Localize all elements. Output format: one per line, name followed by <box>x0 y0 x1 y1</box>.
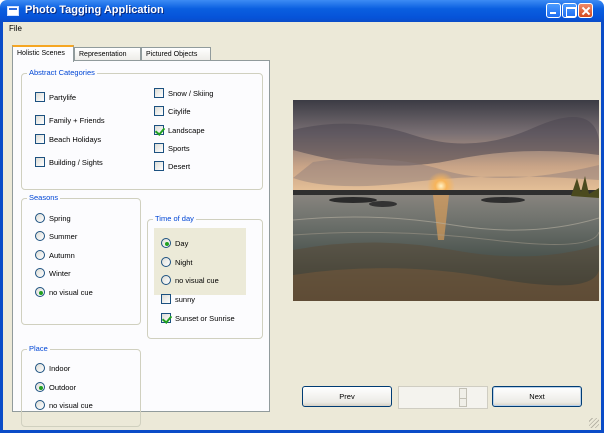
menu-file[interactable]: File <box>9 24 22 33</box>
checkbox-label: Beach Holidays <box>49 135 102 144</box>
window-frame: File Holistic Scenes Representation Pict… <box>0 22 604 433</box>
radio-label: no visual cue <box>49 288 93 297</box>
checkbox-label: Family + Friends <box>49 116 105 125</box>
radio-circle <box>35 287 45 297</box>
place-group: Place Indoor Outdoor no visual cue <box>21 344 141 427</box>
checkbox-label: Building / Sights <box>49 158 103 167</box>
checkbox-box <box>154 106 164 116</box>
checkbox-label: Sports <box>168 144 190 153</box>
resize-grip[interactable] <box>589 418 599 428</box>
app-icon <box>7 6 19 16</box>
tab-representation[interactable]: Representation <box>74 47 141 61</box>
radio-label: Day <box>175 239 189 248</box>
radio-label: Indoor <box>49 364 71 373</box>
radio-circle <box>35 268 45 278</box>
maximize-button[interactable] <box>562 3 577 18</box>
checkbox-label: Desert <box>168 162 191 171</box>
window-title: Photo Tagging Application <box>25 4 164 16</box>
title-bar[interactable]: Photo Tagging Application <box>0 0 604 22</box>
radio-label: Spring <box>49 214 71 223</box>
radio-label: no visual cue <box>175 276 219 285</box>
radio-label: Outdoor <box>49 383 77 392</box>
tab-label: Holistic Scenes <box>17 50 65 57</box>
checkbox-label: sunny <box>175 295 196 304</box>
minimize-button[interactable] <box>546 3 561 18</box>
landscape-photo <box>293 100 599 301</box>
seasons-group: Seasons Spring Summer Autumn Winter no v… <box>21 193 141 325</box>
radio-circle <box>161 238 171 248</box>
radio-circle <box>35 382 45 392</box>
radio-circle <box>35 231 45 241</box>
radio-circle <box>161 275 171 285</box>
checkbox-box <box>35 134 45 144</box>
prev-button[interactable]: Prev <box>302 386 392 407</box>
radio-circle <box>35 250 45 260</box>
tab-panel-holistic-scenes: Abstract Categories Partylife Family + F… <box>12 60 270 427</box>
radio-circle <box>35 213 45 223</box>
tab-label: Pictured Objects <box>146 51 198 58</box>
group-title: Abstract Categories <box>27 68 97 77</box>
checkbox-label: Sunset or Sunrise <box>175 314 235 323</box>
next-button[interactable]: Next <box>492 386 582 407</box>
radio-label: Summer <box>49 232 78 241</box>
slider-thumb[interactable] <box>459 388 467 407</box>
group-title: Seasons <box>27 193 61 202</box>
radio-circle <box>35 400 45 410</box>
checkbox-box <box>154 143 164 153</box>
radio-label: no visual cue <box>49 401 93 410</box>
checkbox-box <box>35 115 45 125</box>
time-of-day-group: Time of day Day Night no visual cue sunn… <box>147 214 263 339</box>
checkbox-box <box>154 161 164 171</box>
close-button[interactable] <box>578 3 593 18</box>
photo-preview <box>293 100 599 301</box>
radio-label: Winter <box>49 269 71 278</box>
group-title: Place <box>27 344 50 353</box>
checkbox-box <box>35 157 45 167</box>
prev-button-label: Prev <box>339 392 355 401</box>
radio-circle <box>161 257 171 267</box>
checkbox-box <box>154 125 164 135</box>
radio-label: Night <box>175 258 193 267</box>
checkbox-label: Landscape <box>168 126 205 135</box>
next-button-label: Next <box>529 392 545 401</box>
checkbox-label: Snow / Skiing <box>168 89 214 98</box>
checkbox-box <box>35 92 45 102</box>
radio-circle <box>35 363 45 373</box>
tab-holistic-scenes[interactable]: Holistic Scenes <box>12 45 74 62</box>
radio-label: Autumn <box>49 251 75 260</box>
group-title: Time of day <box>153 214 196 223</box>
tab-pictured-objects[interactable]: Pictured Objects <box>141 47 211 61</box>
checkbox-label: Citylife <box>168 107 191 116</box>
checkbox-box <box>161 313 171 323</box>
abstract-categories-group: Abstract Categories Partylife Family + F… <box>21 68 263 190</box>
image-position-slider[interactable] <box>398 386 488 409</box>
menu-bar: File <box>3 22 601 36</box>
tab-label: Representation <box>79 51 127 58</box>
checkbox-label: Partylife <box>49 93 77 102</box>
checkbox-box <box>161 294 171 304</box>
checkbox-box <box>154 88 164 98</box>
